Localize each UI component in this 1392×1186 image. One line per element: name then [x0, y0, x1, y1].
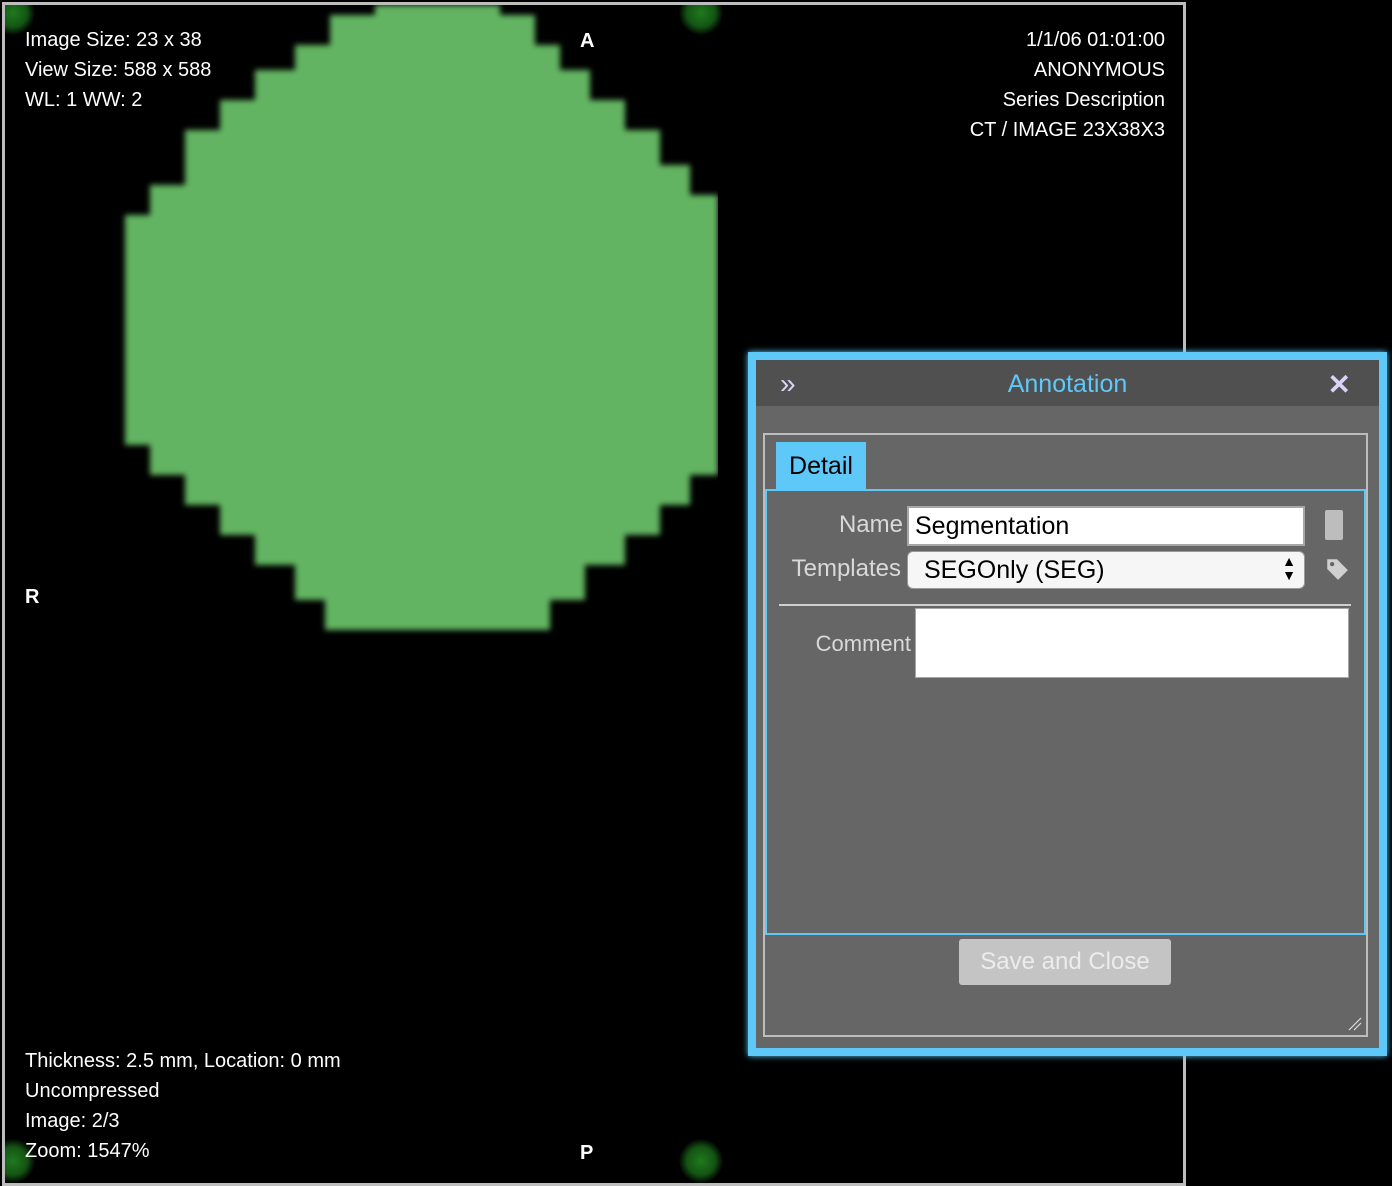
- zoom-text: Zoom: 1547%: [25, 1140, 150, 1162]
- annotation-dialog: » Annotation ✕ Detail Name Segmentation …: [748, 352, 1387, 1056]
- tab-detail[interactable]: Detail: [776, 442, 866, 490]
- tag-icon[interactable]: [1324, 556, 1350, 582]
- window-level-text: WL: 1 WW: 2: [25, 89, 143, 111]
- name-side-button[interactable]: [1325, 510, 1343, 540]
- name-input[interactable]: Segmentation: [907, 506, 1305, 546]
- dialog-title: Annotation: [1007, 370, 1128, 398]
- image-size-text: Image Size: 23 x 38: [25, 29, 202, 51]
- comment-textarea[interactable]: [915, 608, 1349, 678]
- orientation-top-marker: A: [580, 30, 595, 52]
- patient-name-text: ANONYMOUS: [1033, 59, 1165, 81]
- orientation-left-marker: R: [25, 586, 40, 608]
- resize-grip-icon[interactable]: [1348, 1017, 1362, 1031]
- compression-text: Uncompressed: [25, 1080, 160, 1102]
- modality-text: CT / IMAGE 23X38X3: [969, 119, 1165, 141]
- overlay-top-right: 1/1/06 01:01:00 ANONYMOUS Series Descrip…: [970, 25, 1165, 145]
- save-and-close-button[interactable]: Save and Close: [959, 939, 1171, 985]
- thickness-text: Thickness: 2.5 mm, Location: 0 mm: [25, 1050, 341, 1072]
- dialog-header[interactable]: » Annotation ✕: [756, 360, 1379, 406]
- image-canvas[interactable]: [5, 5, 723, 1183]
- study-date-text: 1/1/06 01:01:00: [1025, 29, 1165, 51]
- detail-tab-content: Name Segmentation Templates SEGOnly (SEG…: [765, 489, 1366, 935]
- close-icon[interactable]: ✕: [1328, 368, 1351, 401]
- templates-selected-value: SEGOnly (SEG): [924, 556, 1105, 584]
- segmentation-mask: [125, 5, 718, 630]
- overlay-top-left: Image Size: 23 x 38 View Size: 588 x 588…: [25, 25, 211, 115]
- divider: [779, 604, 1351, 606]
- series-description-text: Series Description: [1002, 89, 1165, 111]
- tab-panel: Detail Name Segmentation Templates SEGOn…: [763, 433, 1368, 1037]
- templates-select[interactable]: SEGOnly (SEG) ▲ ▼: [907, 551, 1305, 589]
- comment-label: Comment: [815, 631, 911, 656]
- templates-label: Templates: [791, 555, 901, 582]
- view-size-text: View Size: 588 x 588: [25, 59, 212, 81]
- orientation-bottom-marker: P: [580, 1142, 594, 1164]
- overlay-bottom-left: Thickness: 2.5 mm, Location: 0 mm Uncomp…: [25, 1046, 341, 1166]
- name-label: Name: [838, 511, 903, 538]
- select-arrows-icon: ▲ ▼: [1282, 553, 1296, 583]
- image-index-text: Image: 2/3: [25, 1110, 120, 1132]
- corner-marker: [679, 1139, 723, 1183]
